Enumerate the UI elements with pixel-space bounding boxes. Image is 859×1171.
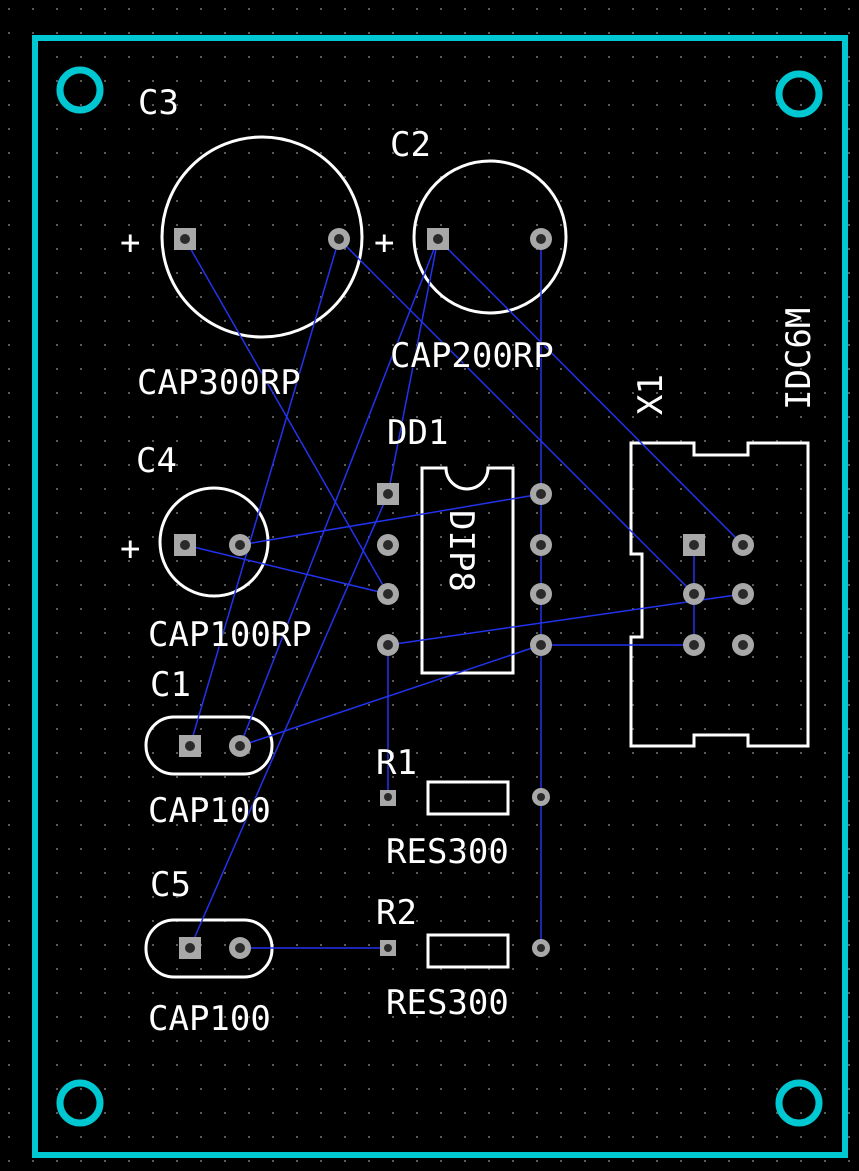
- pad-hole: [536, 640, 546, 650]
- pad-hole: [738, 640, 748, 650]
- pad-hole: [383, 540, 393, 550]
- c5-designator: C5: [150, 865, 191, 905]
- r2-designator: R2: [376, 893, 417, 933]
- x1-designator: X1: [631, 374, 671, 415]
- r1-designator: R1: [376, 743, 417, 783]
- c3-designator: C3: [138, 83, 179, 123]
- pad-hole: [689, 589, 699, 599]
- pad-hole: [738, 540, 748, 550]
- pad-hole: [536, 234, 546, 244]
- pad-hole: [433, 234, 443, 244]
- c5-footprint: CAP100: [148, 999, 271, 1039]
- pad-hole: [689, 540, 699, 550]
- pcb-layout-view: C3 + CAP300RP C2 + CAP200RP C4 + CAP100R…: [0, 0, 859, 1171]
- pad-hole: [235, 540, 245, 550]
- c3-plus-mark: +: [120, 223, 140, 263]
- c4-designator: C4: [136, 441, 177, 481]
- c3-footprint: CAP300RP: [137, 363, 301, 403]
- pad-hole: [536, 540, 546, 550]
- c4-plus-mark: +: [120, 529, 140, 569]
- c2-designator: C2: [390, 125, 431, 165]
- pad-hole: [384, 793, 392, 801]
- pad-hole: [384, 944, 392, 952]
- dd1-footprint: DIP8: [441, 510, 481, 592]
- dd1-designator: DD1: [387, 413, 448, 453]
- pad-hole: [235, 943, 245, 953]
- pad-hole: [180, 540, 190, 550]
- r2-footprint: RES300: [386, 983, 509, 1023]
- c2-footprint: CAP200RP: [390, 336, 554, 376]
- c1-footprint: CAP100: [148, 791, 271, 831]
- x1-footprint: IDC6M: [779, 308, 819, 410]
- pad-hole: [383, 640, 393, 650]
- c4-footprint: CAP100RP: [148, 615, 312, 655]
- pad-hole: [738, 589, 748, 599]
- c2-plus-mark: +: [374, 223, 394, 263]
- c1-designator: C1: [150, 665, 191, 705]
- pad-hole: [536, 489, 546, 499]
- pad-hole: [235, 741, 245, 751]
- pad-hole: [185, 943, 195, 953]
- pad-hole: [537, 944, 545, 952]
- pad-hole: [185, 741, 195, 751]
- pad-hole: [383, 489, 393, 499]
- pad-hole: [180, 234, 190, 244]
- r1-footprint: RES300: [386, 832, 509, 872]
- pad-hole: [536, 589, 546, 599]
- pad-hole: [537, 793, 545, 801]
- pad-hole: [334, 234, 344, 244]
- pad-hole: [689, 640, 699, 650]
- pad-hole: [383, 589, 393, 599]
